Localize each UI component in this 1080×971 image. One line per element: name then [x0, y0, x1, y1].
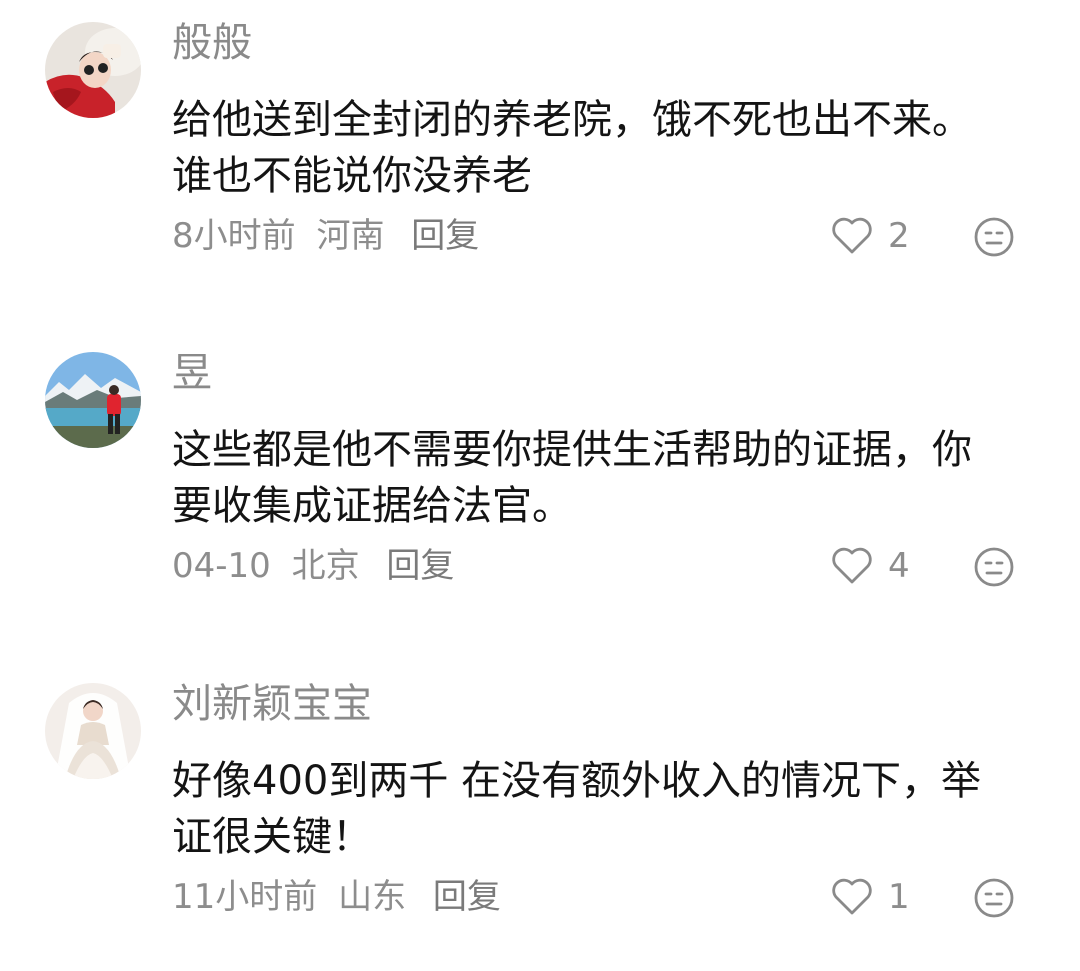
neutral-face-icon[interactable]	[973, 546, 1015, 588]
comment-text: 好像400到两千 在没有额外收入的情况下，举 证很关键！	[172, 753, 1032, 865]
comment-meta: 8小时前 河南 回复	[172, 213, 479, 259]
comment-text-line: 谁也不能说你没养老	[172, 153, 532, 199]
comment-time: 11小时前	[172, 877, 318, 917]
comment-time: 8小时前	[172, 216, 296, 256]
comment-text-line: 要收集成证据给法官。	[172, 483, 572, 529]
reply-button[interactable]: 回复	[386, 543, 454, 589]
reply-button[interactable]: 回复	[411, 213, 479, 259]
comment-location: 河南	[316, 216, 385, 256]
username[interactable]: 昱	[172, 348, 212, 398]
comment-text-line: 这些都是他不需要你提供生活帮助的证据，你	[172, 427, 972, 473]
reply-button[interactable]: 回复	[433, 874, 501, 920]
comment-time: 04-10	[172, 546, 271, 586]
comment-text-line: 证很关键！	[172, 814, 372, 860]
comment-text-line: 好像400到两千 在没有额外收入的情况下，举	[172, 758, 982, 804]
heart-outline-icon[interactable]	[830, 544, 874, 588]
avatar[interactable]	[45, 683, 141, 779]
username[interactable]: 刘新颖宝宝	[172, 679, 372, 729]
like-count: 1	[888, 877, 910, 917]
comment-meta: 04-10 北京 回复	[172, 543, 454, 589]
like-count: 2	[888, 216, 910, 256]
comment-text: 给他送到全封闭的养老院，饿不死也出不来。 谁也不能说你没养老	[172, 92, 1032, 204]
comment-meta: 11小时前 山东 回复	[172, 874, 501, 920]
comment-text: 这些都是他不需要你提供生活帮助的证据，你 要收集成证据给法官。	[172, 422, 1032, 534]
username[interactable]: 般般	[172, 18, 252, 68]
heart-outline-icon[interactable]	[830, 875, 874, 919]
comment-text-line: 给他送到全封闭的养老院，饿不死也出不来。	[172, 97, 972, 143]
like-count: 4	[888, 546, 910, 586]
avatar[interactable]	[45, 22, 141, 118]
heart-outline-icon[interactable]	[830, 214, 874, 258]
neutral-face-icon[interactable]	[973, 216, 1015, 258]
neutral-face-icon[interactable]	[973, 877, 1015, 919]
avatar[interactable]	[45, 352, 141, 448]
comment-location: 山东	[338, 877, 407, 917]
comment-location: 北京	[291, 546, 360, 586]
